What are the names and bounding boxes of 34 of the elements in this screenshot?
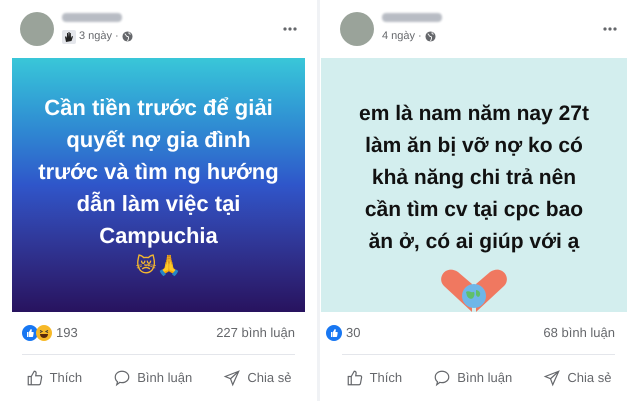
comment-count[interactable]: 227 bình luận bbox=[216, 323, 295, 343]
like-button[interactable]: Thích bbox=[20, 364, 88, 392]
globe-icon bbox=[122, 31, 133, 42]
reaction-count[interactable]: 30 bbox=[346, 323, 360, 343]
more-options-icon[interactable] bbox=[283, 27, 297, 31]
post-text: em là nam năm nay 27t làm ăn bị vỡ nợ ko có khả năng chi trả nên cần tìm cv tại cpc bao ăn ở, có ai giúp với ạ bbox=[359, 101, 589, 255]
post-emoji: 😿🙏 bbox=[136, 252, 182, 278]
separator-dot: · bbox=[115, 29, 119, 44]
reaction-count[interactable]: 193 bbox=[56, 323, 78, 343]
comment-count[interactable]: 68 bình luận bbox=[543, 323, 615, 343]
post-time[interactable]: 3 ngày bbox=[79, 28, 112, 45]
avatar[interactable] bbox=[340, 12, 374, 46]
more-options-icon[interactable] bbox=[603, 27, 617, 31]
avatar[interactable] bbox=[20, 12, 54, 46]
speech-bubble-icon bbox=[433, 369, 452, 387]
like-reaction-icon bbox=[22, 325, 38, 341]
globe-icon bbox=[424, 31, 436, 42]
comment-button[interactable]: Bình luận bbox=[427, 364, 518, 392]
speech-bubble-icon bbox=[113, 369, 132, 387]
post-text: Cần tiền trước để giải quyết nợ gia đình trước và tìm ng hướng dẫn làm việc tại Campuchia bbox=[38, 94, 279, 250]
share-button[interactable]: Chia sẻ bbox=[217, 364, 298, 392]
thumbs-up-icon bbox=[26, 369, 44, 387]
paper-plane-icon bbox=[223, 369, 242, 387]
blurred-name bbox=[62, 13, 122, 22]
post-time[interactable]: 4 ngày bbox=[382, 28, 416, 45]
thumbs-up-icon bbox=[346, 369, 364, 387]
paper-plane-icon bbox=[543, 369, 562, 387]
share-button[interactable]: Chia sẻ bbox=[537, 364, 618, 392]
separator-dot: · bbox=[418, 29, 422, 44]
laughing-reaction-icon bbox=[36, 325, 52, 341]
like-button[interactable]: Thích bbox=[340, 364, 408, 392]
like-reaction-icon bbox=[326, 325, 342, 341]
comment-button[interactable]: Bình luận bbox=[107, 364, 198, 392]
blurred-name bbox=[382, 13, 442, 22]
